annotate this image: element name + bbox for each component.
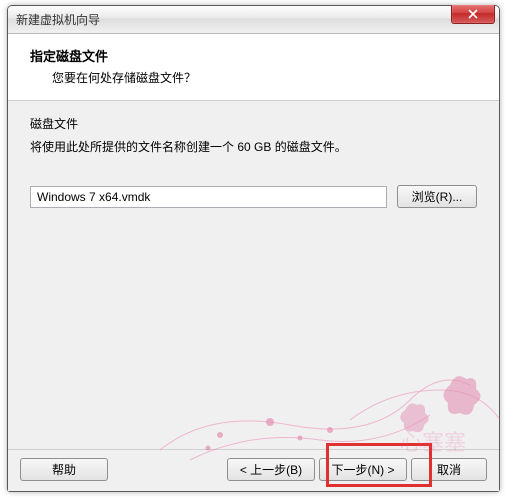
header-subtitle: 您要在何处存储磁盘文件？ <box>30 69 477 86</box>
content-area: 磁盘文件 将使用此处所提供的文件名称创建一个 60 GB 的磁盘文件。 浏览(R… <box>8 101 499 449</box>
header-title: 指定磁盘文件 <box>30 46 477 65</box>
header-panel: 指定磁盘文件 您要在何处存储磁盘文件？ <box>8 34 499 101</box>
disk-file-desc: 将使用此处所提供的文件名称创建一个 60 GB 的磁盘文件。 <box>30 138 477 155</box>
close-button[interactable] <box>451 5 495 24</box>
footer: 帮助 < 上一步(B) 下一步(N) > 取消 <box>8 449 499 491</box>
close-icon <box>468 9 478 19</box>
disk-file-input[interactable] <box>30 186 387 208</box>
cancel-button[interactable]: 取消 <box>411 458 487 481</box>
back-button[interactable]: < 上一步(B) <box>227 458 315 481</box>
wizard-window: 新建虚拟机向导 指定磁盘文件 您要在何处存储磁盘文件？ 磁盘文件 将使用此处所提… <box>7 5 500 492</box>
titlebar: 新建虚拟机向导 <box>8 6 499 34</box>
next-button[interactable]: 下一步(N) > <box>319 458 407 481</box>
browse-button[interactable]: 浏览(R)... <box>397 185 477 208</box>
help-button[interactable]: 帮助 <box>20 458 108 481</box>
window-title: 新建虚拟机向导 <box>16 11 100 28</box>
file-row: 浏览(R)... <box>30 185 477 208</box>
disk-file-label: 磁盘文件 <box>30 115 477 132</box>
